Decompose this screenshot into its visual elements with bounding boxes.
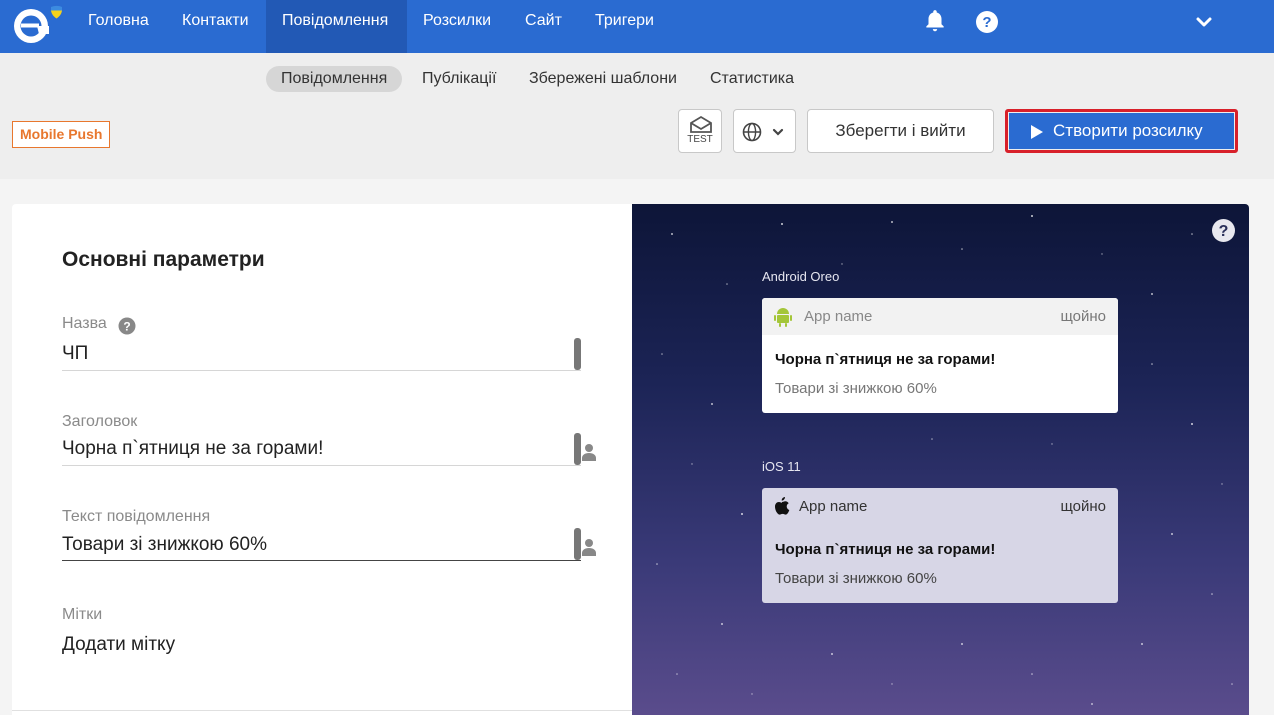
ios-platform-label: iOS 11 bbox=[762, 459, 801, 474]
test-label: TEST bbox=[687, 134, 713, 145]
save-and-exit-button[interactable]: Зберегти і вийти bbox=[807, 109, 994, 153]
subnav-tab-statistics[interactable]: Статистика bbox=[695, 66, 809, 92]
message-text-label: Текст повідомлення bbox=[62, 508, 211, 525]
play-icon bbox=[1031, 125, 1043, 139]
svg-text:?: ? bbox=[123, 320, 130, 334]
help-icon[interactable]: ? bbox=[118, 317, 136, 335]
resize-handle[interactable] bbox=[574, 433, 581, 465]
card-header: App name щойно bbox=[762, 298, 1118, 335]
resize-handle[interactable] bbox=[574, 528, 581, 560]
svg-text:?: ? bbox=[982, 14, 991, 31]
title-input[interactable]: Чорна п`ятниця не за горами! bbox=[62, 438, 323, 460]
notification-text: Товари зі знижкою 60% bbox=[775, 380, 937, 397]
starfield bbox=[656, 215, 1233, 705]
personalization-icon[interactable] bbox=[582, 538, 596, 556]
apple-icon bbox=[775, 497, 790, 515]
android-notification-card: App name щойно Чорна п`ятниця не за гора… bbox=[762, 298, 1118, 413]
name-label: Назва bbox=[62, 315, 107, 332]
name-input[interactable]: ЧП bbox=[62, 343, 88, 365]
nav-item-campaigns[interactable]: Розсилки bbox=[407, 0, 507, 53]
panel-divider bbox=[12, 710, 632, 711]
envelope-icon bbox=[690, 115, 712, 133]
message-text-underline bbox=[62, 560, 581, 561]
subnav-tab-publications[interactable]: Публікації bbox=[407, 66, 511, 92]
section-title: Основні параметри bbox=[62, 248, 265, 271]
nav-item-site[interactable]: Сайт bbox=[509, 0, 578, 53]
personalization-icon[interactable] bbox=[582, 443, 596, 461]
android-icon bbox=[774, 308, 792, 327]
esputnik-logo-icon[interactable] bbox=[10, 4, 66, 46]
subnav-tab-saved-templates[interactable]: Збережені шаблони bbox=[514, 66, 692, 92]
notification-time: щойно bbox=[1060, 498, 1106, 515]
subnav-tab-messages[interactable]: Повідомлення bbox=[266, 66, 403, 92]
tags-label: Мітки bbox=[62, 606, 103, 623]
chevron-down-icon bbox=[772, 128, 784, 136]
resize-handle[interactable] bbox=[574, 338, 581, 370]
notification-title: Чорна п`ятниця не за горами! bbox=[775, 541, 996, 558]
nav-item-triggers[interactable]: Тригери bbox=[579, 0, 670, 53]
svg-text:?: ? bbox=[1219, 223, 1229, 240]
name-underline bbox=[62, 370, 581, 371]
notification-preview bbox=[632, 204, 1249, 715]
bell-icon[interactable] bbox=[922, 8, 948, 34]
notification-time: щойно bbox=[1060, 308, 1106, 325]
nav-item-contacts[interactable]: Контакти bbox=[166, 0, 265, 53]
help-icon[interactable]: ? bbox=[975, 10, 999, 34]
app-name: App name bbox=[804, 308, 873, 325]
add-tag-link[interactable]: Додати мітку bbox=[62, 634, 175, 656]
test-send-button[interactable]: TEST bbox=[678, 109, 722, 153]
channel-badge: Mobile Push bbox=[12, 121, 111, 148]
ios-notification-card: App name щойно Чорна п`ятниця не за гора… bbox=[762, 488, 1118, 603]
title-underline bbox=[62, 465, 581, 466]
globe-icon bbox=[742, 122, 762, 142]
app-name: App name bbox=[799, 498, 868, 515]
message-text-input[interactable]: Товари зі знижкою 60% bbox=[62, 534, 267, 556]
help-icon[interactable]: ? bbox=[1211, 218, 1236, 243]
nav-item-messages[interactable]: Повідомлення bbox=[266, 0, 407, 53]
android-platform-label: Android Oreo bbox=[762, 269, 840, 284]
title-label: Заголовок bbox=[62, 413, 138, 430]
top-navbar: Головна Контакти Повідомлення Розсилки С… bbox=[0, 0, 1274, 53]
notification-text: Товари зі знижкою 60% bbox=[775, 570, 937, 587]
card-header: App name щойно bbox=[762, 488, 1118, 525]
notification-title: Чорна п`ятниця не за горами! bbox=[775, 351, 996, 368]
language-select-button[interactable] bbox=[733, 109, 796, 153]
nav-item-home[interactable]: Головна bbox=[72, 0, 165, 53]
chevron-down-icon[interactable] bbox=[1194, 12, 1214, 32]
